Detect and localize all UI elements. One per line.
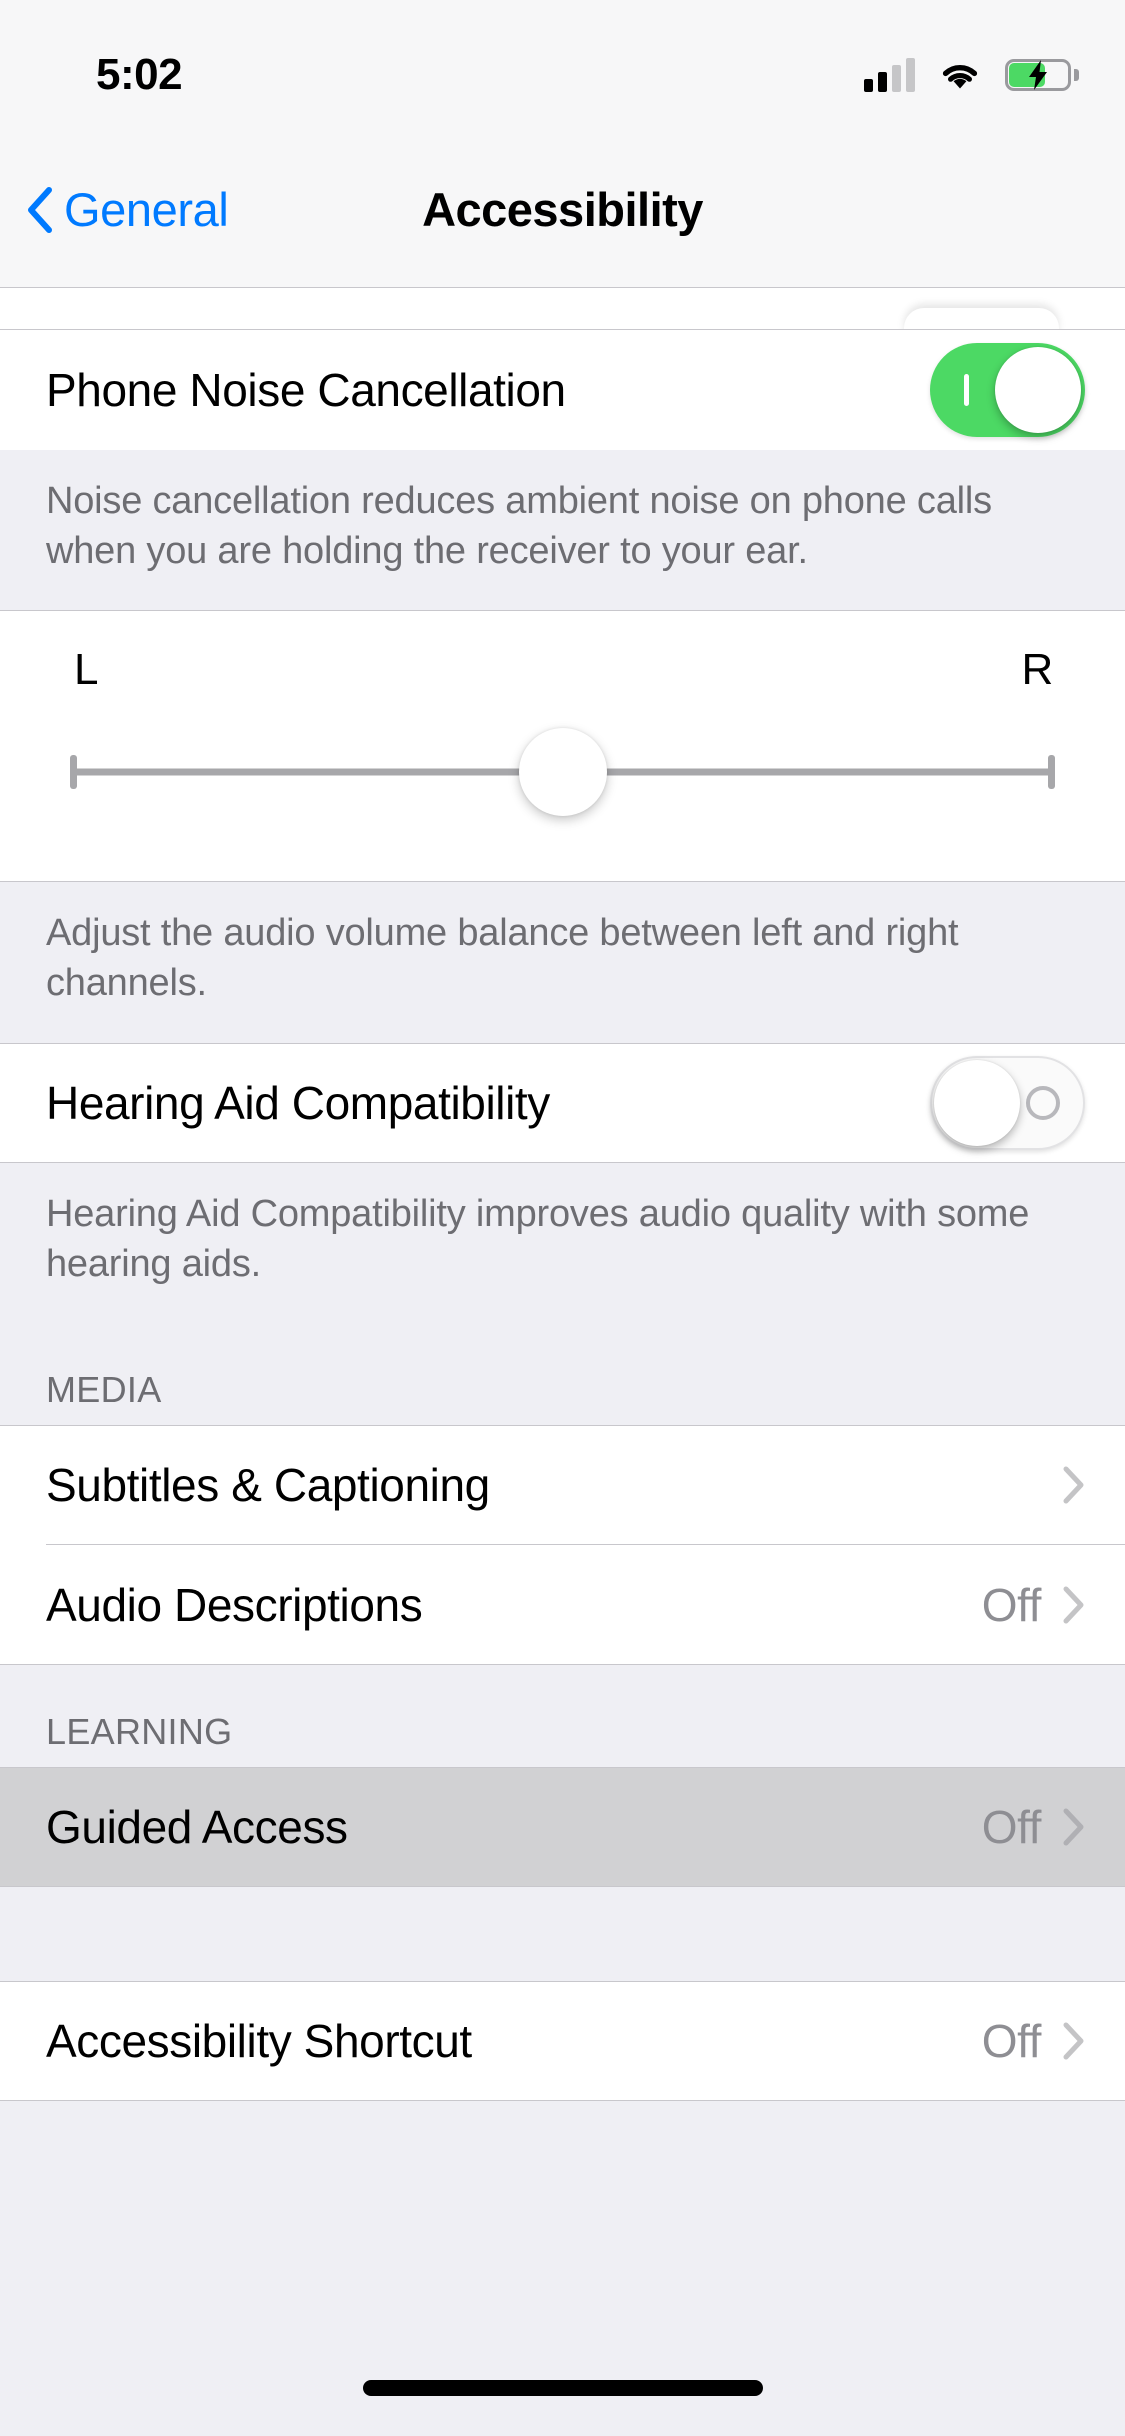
- row-audio-balance[interactable]: L R: [0, 610, 1125, 882]
- row-accessibility-shortcut[interactable]: Accessibility Shortcut Off: [0, 1981, 1125, 2101]
- section-gap: [0, 1887, 1125, 1981]
- slider-left-cap: [70, 755, 77, 789]
- partial-scrolled-row[interactable]: [0, 288, 1125, 330]
- accessibility-settings-screen: 5:02 General: [0, 0, 1125, 2436]
- footer-hearing-aid-compatibility: Hearing Aid Compatibility improves audio…: [0, 1163, 1125, 1323]
- row-subtitles-captioning[interactable]: Subtitles & Captioning: [0, 1425, 1125, 1545]
- row-accessory: Off: [982, 1800, 1085, 1854]
- partial-toggle-shadow: [904, 308, 1059, 330]
- toggle-off-mark-icon: [1026, 1086, 1060, 1120]
- toggle-knob: [934, 1060, 1020, 1146]
- balance-right-label: R: [1022, 645, 1053, 695]
- row-accessory: Off: [982, 2014, 1085, 2068]
- balance-slider[interactable]: [70, 717, 1055, 827]
- back-button-label: General: [64, 182, 228, 237]
- row-audio-descriptions[interactable]: Audio Descriptions Off: [0, 1545, 1125, 1665]
- footer-phone-noise-cancellation: Noise cancellation reduces ambient noise…: [0, 450, 1125, 610]
- section-header-learning: LEARNING: [0, 1665, 1125, 1767]
- lightning-bolt-icon: [1025, 60, 1051, 90]
- row-label: Phone Noise Cancellation: [46, 363, 566, 417]
- hearing-aid-compatibility-toggle[interactable]: [930, 1056, 1085, 1150]
- chevron-right-icon: [1063, 2022, 1085, 2060]
- battery-charging-icon: [1005, 59, 1071, 91]
- toggle-on-mark-icon: [964, 374, 969, 406]
- slider-knob[interactable]: [519, 728, 607, 816]
- footer-audio-balance: Adjust the audio volume balance between …: [0, 882, 1125, 1042]
- row-label: Subtitles & Captioning: [46, 1458, 490, 1512]
- back-button-general[interactable]: General: [26, 182, 228, 237]
- chevron-right-icon: [1063, 1586, 1085, 1624]
- chevron-left-icon: [26, 187, 54, 233]
- toggle-knob: [995, 347, 1081, 433]
- row-value: Off: [982, 2014, 1041, 2068]
- status-bar: 5:02: [0, 0, 1125, 132]
- row-label: Hearing Aid Compatibility: [46, 1076, 550, 1130]
- status-bar-clock: 5:02: [96, 50, 182, 100]
- row-label: Accessibility Shortcut: [46, 2014, 472, 2068]
- row-accessory: Off: [982, 1578, 1085, 1632]
- phone-noise-cancellation-toggle[interactable]: [930, 343, 1085, 437]
- row-hearing-aid-compatibility[interactable]: Hearing Aid Compatibility: [0, 1043, 1125, 1163]
- balance-labels: L R: [70, 645, 1055, 695]
- navigation-bar: General Accessibility: [0, 132, 1125, 288]
- status-bar-indicators: [864, 58, 1071, 92]
- home-indicator-area: [0, 2300, 1125, 2436]
- balance-left-label: L: [74, 645, 98, 695]
- row-guided-access[interactable]: Guided Access Off: [0, 1767, 1125, 1887]
- cellular-signal-icon: [864, 58, 915, 92]
- row-accessory: [1041, 1466, 1085, 1504]
- settings-list: Phone Noise Cancellation Noise cancellat…: [0, 288, 1125, 2101]
- chevron-right-icon: [1063, 1466, 1085, 1504]
- chevron-right-icon: [1063, 1808, 1085, 1846]
- row-value: Off: [982, 1578, 1041, 1632]
- row-phone-noise-cancellation[interactable]: Phone Noise Cancellation: [0, 330, 1125, 450]
- wifi-icon: [937, 58, 983, 92]
- section-header-media: MEDIA: [0, 1323, 1125, 1425]
- row-label: Guided Access: [46, 1800, 348, 1854]
- row-label: Audio Descriptions: [46, 1578, 422, 1632]
- row-value: Off: [982, 1800, 1041, 1854]
- slider-right-cap: [1048, 755, 1055, 789]
- home-indicator[interactable]: [363, 2380, 763, 2396]
